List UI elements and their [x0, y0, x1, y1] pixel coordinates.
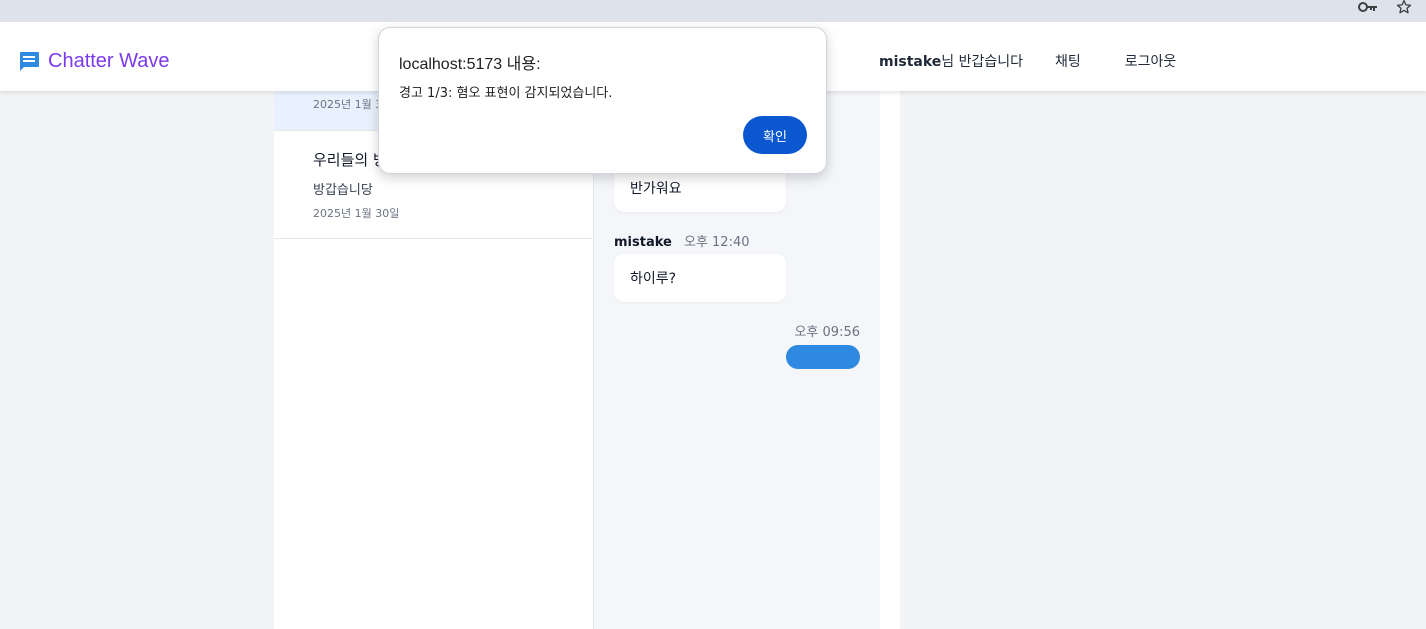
nav-chat-link[interactable]: 채팅: [1055, 51, 1081, 71]
message-sender: mistake: [614, 235, 672, 250]
dialog-message: 경고 1/3: 혐오 표현이 감지되었습니다.: [399, 86, 613, 101]
dialog-title: localhost:5173 내용:: [399, 56, 541, 73]
browser-icons: [1358, 0, 1412, 16]
greeting-username: mistake: [879, 54, 942, 70]
message-bubble: 하이루?: [614, 254, 786, 302]
room-date: 2025년 1월 30일: [313, 207, 400, 220]
room-date: 2025년 1월 3: [313, 98, 383, 111]
chat-bubble-icon: [18, 51, 40, 71]
message-time: 오후 12:40: [683, 235, 750, 250]
nav-logout-link[interactable]: 로그아웃: [1125, 51, 1177, 71]
room-title: 우리들의 방: [313, 151, 387, 169]
user-greeting: mistake님 반갑습니다: [879, 51, 1023, 71]
nav-right: mistake님 반갑습니다 채팅 로그아웃: [879, 31, 1176, 91]
star-icon[interactable]: [1396, 0, 1412, 18]
my-message-time: 오후 09:56: [794, 325, 860, 340]
browser-toolbar: [0, 0, 1426, 22]
room-preview: 방갑습니당: [313, 183, 373, 198]
key-icon[interactable]: [1358, 0, 1378, 16]
my-message-bubble: [786, 345, 860, 369]
dialog-ok-button[interactable]: 확인: [743, 116, 807, 154]
greeting-suffix: 님 반갑습니다: [941, 54, 1024, 70]
right-column: [880, 91, 900, 629]
brand-name: Chatter Wave: [48, 49, 170, 72]
alert-dialog: localhost:5173 내용: 경고 1/3: 혐오 표현이 감지되었습니…: [378, 27, 827, 174]
message-meta: mistake 오후 12:40: [614, 231, 750, 250]
brand[interactable]: Chatter Wave: [18, 31, 170, 91]
